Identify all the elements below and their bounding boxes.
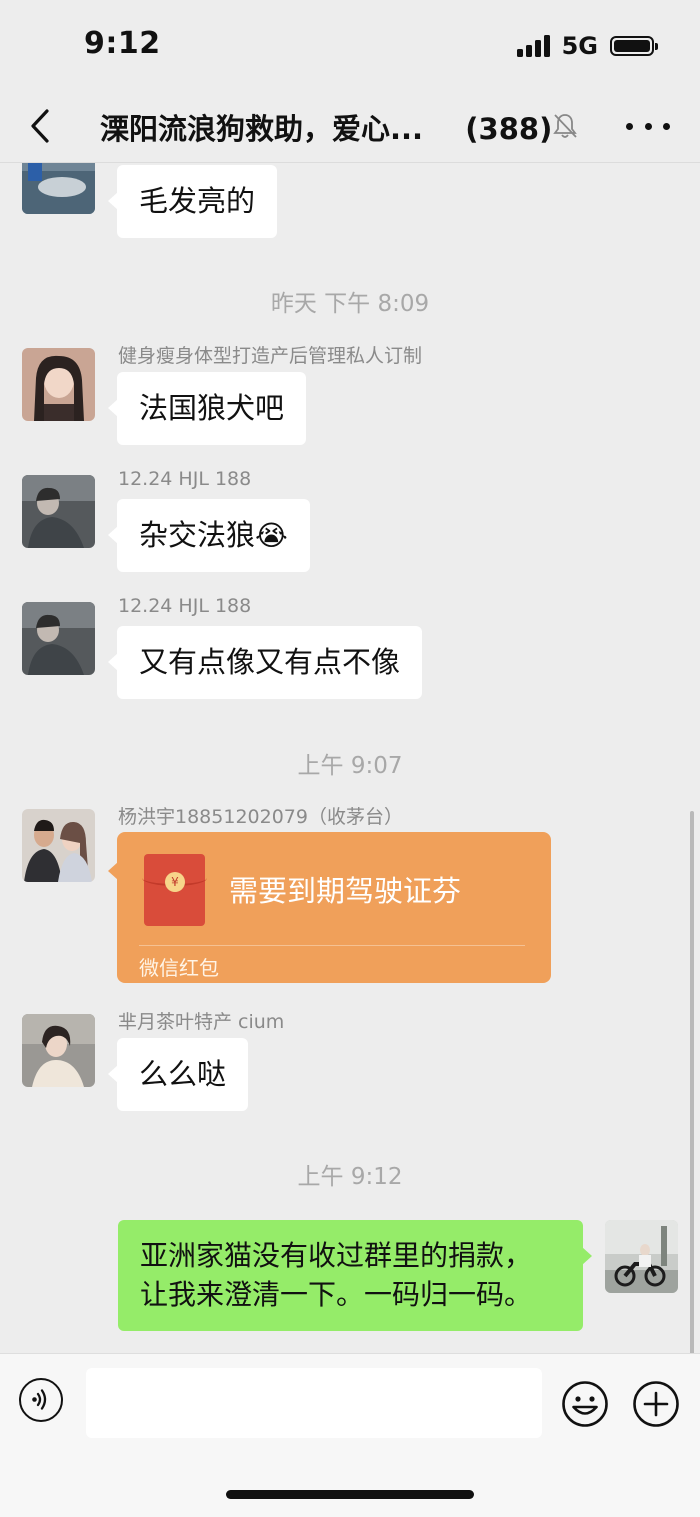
self-avatar[interactable] bbox=[605, 1220, 678, 1293]
red-packet-card[interactable]: ¥ 需要到期驾驶证芬 微信红包 bbox=[108, 832, 551, 983]
sender-name: 12.24 HJL 188 bbox=[118, 468, 252, 490]
message-bubble[interactable]: 么么哒 bbox=[107, 1038, 249, 1111]
plus-icon bbox=[633, 1381, 679, 1427]
timestamp: 上午 9:07 bbox=[297, 753, 403, 779]
avatar[interactable] bbox=[22, 348, 95, 421]
message-bubble[interactable]: 毛发亮的 bbox=[107, 165, 278, 238]
avatar[interactable] bbox=[22, 163, 95, 214]
message-text-line: 让我来澄清一下。一码归一码。 bbox=[140, 1278, 533, 1311]
avatar[interactable] bbox=[22, 475, 95, 548]
sender-name: 杨洪宇18851202079（收茅台） bbox=[118, 806, 403, 828]
sender-name: 健身瘦身体型打造产后管理私人订制 bbox=[118, 345, 423, 367]
red-packet-title: 需要到期驾驶证芬 bbox=[229, 874, 462, 908]
chat-header: 溧阳流浪狗救助，爱心... (388) bbox=[0, 90, 700, 163]
member-count: (388) bbox=[465, 112, 553, 146]
chat-title: 溧阳流浪狗救助，爱心... (388) bbox=[100, 106, 552, 148]
home-indicator[interactable] bbox=[226, 1490, 474, 1499]
crying-emoji-icon: 😭 bbox=[255, 519, 288, 552]
emoji-icon bbox=[562, 1381, 608, 1427]
sender-name: 12.24 HJL 188 bbox=[118, 595, 252, 617]
avatar[interactable] bbox=[22, 602, 95, 675]
timestamp: 昨天 下午 8:09 bbox=[270, 291, 430, 317]
signal-icon bbox=[516, 35, 550, 57]
message-text: 毛发亮的 bbox=[139, 184, 256, 218]
back-button[interactable] bbox=[22, 104, 58, 148]
red-packet-divider bbox=[139, 945, 525, 946]
emoji-button[interactable] bbox=[561, 1380, 609, 1428]
chat-message-list[interactable]: 毛发亮的 昨天 下午 8:09 健身瘦身体型打造产后管理私人订制 法国狼犬吧 1… bbox=[0, 163, 700, 1353]
message-bubble[interactable]: 杂交法狼😭 bbox=[108, 499, 310, 572]
back-icon bbox=[31, 109, 49, 143]
plus-button[interactable] bbox=[632, 1380, 680, 1428]
status-bar: 9:12 5G bbox=[0, 0, 700, 90]
scrollbar[interactable] bbox=[690, 811, 694, 1353]
message-text: 杂交法狼 bbox=[139, 518, 256, 552]
message-text: 么么哒 bbox=[139, 1057, 227, 1091]
avatar[interactable] bbox=[22, 809, 95, 882]
red-packet-icon: ¥ bbox=[142, 854, 207, 926]
group-name: 溧阳流浪狗救助，爱心... bbox=[100, 112, 424, 146]
message-text: 法国狼犬吧 bbox=[139, 391, 285, 425]
status-time: 9:12 bbox=[84, 26, 161, 61]
self-message-bubble[interactable]: 亚洲家猫没有收过群里的捐款， 让我来澄清一下。一码归一码。 bbox=[118, 1220, 592, 1331]
message-input[interactable] bbox=[86, 1368, 542, 1438]
voice-button[interactable] bbox=[19, 1378, 63, 1422]
status-icons: 5G bbox=[516, 32, 658, 60]
timestamp: 上午 9:12 bbox=[297, 1164, 403, 1190]
red-packet-label: 微信红包 bbox=[139, 956, 219, 980]
message-text-line: 亚洲家猫没有收过群里的捐款， bbox=[140, 1239, 533, 1272]
voice-icon bbox=[32, 1389, 47, 1410]
network-type: 5G bbox=[561, 32, 598, 60]
sender-name: 芈月茶叶特产 cium bbox=[118, 1011, 285, 1033]
mute-bell-icon bbox=[553, 114, 577, 138]
avatar[interactable] bbox=[22, 1014, 95, 1087]
message-text: 又有点像又有点不像 bbox=[139, 645, 401, 679]
more-button[interactable] bbox=[626, 114, 670, 138]
message-bubble[interactable]: 又有点像又有点不像 bbox=[107, 626, 423, 699]
message-bubble[interactable]: 法国狼犬吧 bbox=[107, 372, 307, 445]
more-icon bbox=[626, 122, 633, 130]
battery-icon bbox=[610, 36, 658, 56]
